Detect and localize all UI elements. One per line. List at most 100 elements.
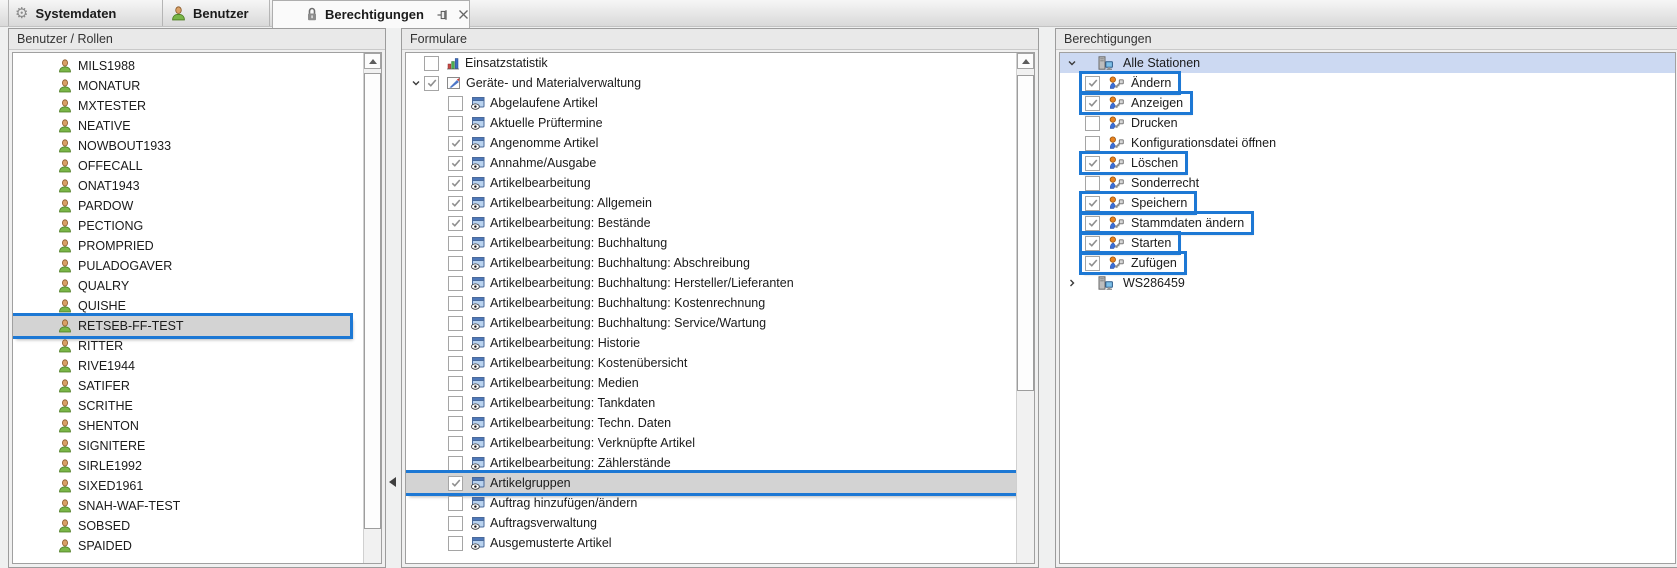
permission-row[interactable]: Speichern — [1060, 193, 1675, 213]
user-row[interactable]: RETSEB-FF-TEST — [13, 316, 350, 336]
user-row[interactable]: QUALRY — [13, 276, 364, 296]
checkbox-unchecked[interactable] — [448, 276, 463, 291]
checkbox-unchecked[interactable] — [1085, 116, 1100, 131]
form-row[interactable]: Artikelbearbeitung: Kostenübersicht — [406, 353, 1017, 373]
form-row[interactable]: Artikelbearbeitung: Bestände — [406, 213, 1017, 233]
checkbox-unchecked[interactable] — [448, 336, 463, 351]
user-row[interactable]: NEATIVE — [13, 116, 364, 136]
checkbox-checked[interactable] — [448, 176, 463, 191]
checkbox-unchecked[interactable] — [448, 236, 463, 251]
form-row[interactable]: Geräte- und Materialverwaltung — [406, 73, 1017, 93]
form-row[interactable]: Artikelbearbeitung: Buchhaltung: Service… — [406, 313, 1017, 333]
permission-row[interactable]: Drucken — [1060, 113, 1675, 133]
form-row[interactable]: Artikelbearbeitung: Buchhaltung — [406, 233, 1017, 253]
form-row[interactable]: Annahme/Ausgabe — [406, 153, 1017, 173]
expander-right-icon[interactable] — [1065, 278, 1079, 288]
checkbox-unchecked[interactable] — [448, 516, 463, 531]
checkbox-unchecked[interactable] — [448, 296, 463, 311]
user-row[interactable]: SPAIDED — [13, 536, 364, 556]
checkbox-checked[interactable] — [1085, 256, 1100, 271]
permission-row[interactable]: Ändern — [1060, 73, 1675, 93]
vertical-scrollbar[interactable] — [363, 53, 381, 563]
form-row[interactable]: Artikelbearbeitung: Verknüpfte Artikel — [406, 433, 1017, 453]
user-row[interactable]: QUISHE — [13, 296, 364, 316]
checkbox-checked[interactable] — [1085, 156, 1100, 171]
checkbox-unchecked[interactable] — [448, 356, 463, 371]
user-row[interactable]: SHENTON — [13, 416, 364, 436]
user-row[interactable]: ONAT1943 — [13, 176, 364, 196]
checkbox-unchecked[interactable] — [448, 256, 463, 271]
user-row[interactable]: SNAH-WAF-TEST — [13, 496, 364, 516]
expander-down-icon[interactable] — [407, 78, 424, 88]
user-row[interactable]: SIRLE1992 — [13, 456, 364, 476]
user-row[interactable]: SIGNITERE — [13, 436, 364, 456]
scrollbar-thumb[interactable] — [364, 73, 381, 529]
user-row[interactable]: PARDOW — [13, 196, 364, 216]
checkbox-unchecked[interactable] — [448, 416, 463, 431]
expander-down-icon[interactable] — [1065, 58, 1079, 68]
form-row[interactable]: Artikelbearbeitung: Buchhaltung: Herstel… — [406, 273, 1017, 293]
form-row[interactable]: Artikelbearbeitung: Allgemein — [406, 193, 1017, 213]
user-row[interactable]: RITTER — [13, 336, 364, 356]
tab-benutzer[interactable]: Benutzer — [163, 0, 270, 26]
user-row[interactable]: MXTESTER — [13, 96, 364, 116]
splitter-collapse-arrow-icon[interactable] — [389, 477, 396, 487]
tab-systemdaten[interactable]: ⚙ Systemdaten — [8, 0, 163, 26]
user-row[interactable]: SOBSED — [13, 516, 364, 536]
checkbox-unchecked[interactable] — [448, 396, 463, 411]
checkbox-unchecked[interactable] — [448, 96, 463, 111]
permission-row[interactable]: Stammdaten ändern — [1060, 213, 1675, 233]
form-row[interactable]: Artikelbearbeitung: Buchhaltung: Abschre… — [406, 253, 1017, 273]
checkbox-checked[interactable] — [1085, 196, 1100, 211]
checkbox-unchecked[interactable] — [1085, 136, 1100, 151]
checkbox-unchecked[interactable] — [1085, 176, 1100, 191]
close-icon[interactable] — [458, 9, 469, 20]
user-row[interactable]: SCRITHE — [13, 396, 364, 416]
form-row[interactable]: Ausgemusterte Artikel — [406, 533, 1017, 553]
permission-row[interactable]: Anzeigen — [1060, 93, 1675, 113]
form-row[interactable]: Artikelbearbeitung: Techn. Daten — [406, 413, 1017, 433]
checkbox-checked[interactable] — [448, 136, 463, 151]
checkbox-unchecked[interactable] — [448, 316, 463, 331]
user-row[interactable]: OFFECALL — [13, 156, 364, 176]
form-row[interactable]: Auftrag hinzufügen/ändern — [406, 493, 1017, 513]
form-row[interactable]: Artikelgruppen — [406, 473, 1017, 493]
user-row[interactable]: PROMPRIED — [13, 236, 364, 256]
user-row[interactable]: NOWBOUT1933 — [13, 136, 364, 156]
permission-row[interactable]: Sonderrecht — [1060, 173, 1675, 193]
user-row[interactable]: PULADOGAVER — [13, 256, 364, 276]
form-row[interactable]: Einsatzstatistik — [406, 53, 1017, 73]
form-row[interactable]: Artikelbearbeitung: Historie — [406, 333, 1017, 353]
checkbox-checked[interactable] — [424, 76, 439, 91]
form-row[interactable]: Aktuelle Prüftermine — [406, 113, 1017, 133]
scroll-up-button[interactable] — [364, 53, 381, 69]
user-row[interactable]: RIVE1944 — [13, 356, 364, 376]
checkbox-checked[interactable] — [448, 156, 463, 171]
checkbox-unchecked[interactable] — [448, 436, 463, 451]
checkbox-unchecked[interactable] — [448, 456, 463, 471]
form-row[interactable]: Angenomme Artikel — [406, 133, 1017, 153]
checkbox-checked[interactable] — [1085, 216, 1100, 231]
station-row[interactable]: Alle Stationen — [1060, 53, 1675, 73]
checkbox-checked[interactable] — [448, 476, 463, 491]
permission-row[interactable]: Zufügen — [1060, 253, 1675, 273]
scroll-up-button[interactable] — [1017, 53, 1034, 69]
checkbox-checked[interactable] — [448, 196, 463, 211]
checkbox-unchecked[interactable] — [448, 496, 463, 511]
form-row[interactable]: Abgelaufene Artikel — [406, 93, 1017, 113]
station-row[interactable]: WS286459 — [1060, 273, 1675, 293]
permission-row[interactable]: Starten — [1060, 233, 1675, 253]
checkbox-checked[interactable] — [1085, 236, 1100, 251]
scrollbar-thumb[interactable] — [1017, 75, 1034, 391]
form-row[interactable]: Artikelbearbeitung: Medien — [406, 373, 1017, 393]
vertical-scrollbar[interactable] — [1016, 53, 1034, 563]
user-row[interactable]: MONATUR — [13, 76, 364, 96]
pin-icon[interactable] — [437, 9, 449, 21]
permission-row[interactable]: Löschen — [1060, 153, 1675, 173]
checkbox-unchecked[interactable] — [448, 376, 463, 391]
user-row[interactable]: MILS1988 — [13, 56, 364, 76]
checkbox-unchecked[interactable] — [448, 116, 463, 131]
form-row[interactable]: Artikelbearbeitung — [406, 173, 1017, 193]
user-row[interactable]: PECTIONG — [13, 216, 364, 236]
checkbox-checked[interactable] — [1085, 96, 1100, 111]
